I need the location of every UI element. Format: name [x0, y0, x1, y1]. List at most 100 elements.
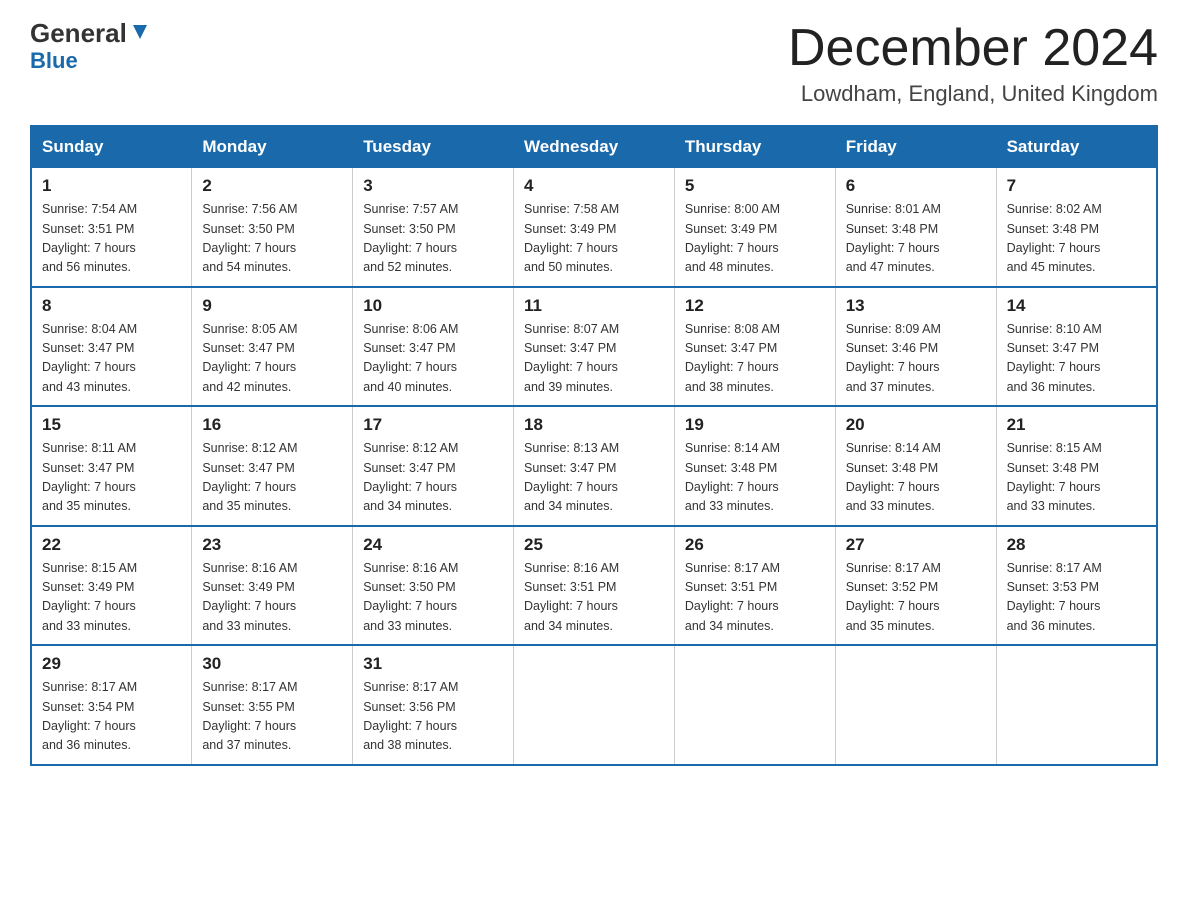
day-number: 2: [202, 176, 342, 196]
day-info: Sunrise: 8:12 AMSunset: 3:47 PMDaylight:…: [363, 439, 503, 517]
day-number: 29: [42, 654, 181, 674]
day-info: Sunrise: 8:15 AMSunset: 3:48 PMDaylight:…: [1007, 439, 1146, 517]
day-number: 23: [202, 535, 342, 555]
calendar-title: December 2024: [788, 20, 1158, 77]
day-number: 4: [524, 176, 664, 196]
calendar-cell: 1 Sunrise: 7:54 AMSunset: 3:51 PMDaylight…: [31, 168, 192, 287]
day-info: Sunrise: 7:54 AMSunset: 3:51 PMDaylight:…: [42, 200, 181, 278]
calendar-cell: [996, 645, 1157, 765]
calendar-cell: 18 Sunrise: 8:13 AMSunset: 3:47 PMDayligh…: [514, 406, 675, 526]
day-info: Sunrise: 8:00 AMSunset: 3:49 PMDaylight:…: [685, 200, 825, 278]
calendar-cell: 14 Sunrise: 8:10 AMSunset: 3:47 PMDayligh…: [996, 287, 1157, 407]
day-number: 6: [846, 176, 986, 196]
day-number: 7: [1007, 176, 1146, 196]
day-number: 14: [1007, 296, 1146, 316]
calendar-cell: 8 Sunrise: 8:04 AMSunset: 3:47 PMDaylight…: [31, 287, 192, 407]
calendar-title-area: December 2024 Lowdham, England, United K…: [788, 20, 1158, 107]
day-number: 16: [202, 415, 342, 435]
week-row-4: 22Sunrise: 8:15 AMSunset: 3:49 PMDayligh…: [31, 526, 1157, 646]
logo-text-blue: Blue: [30, 48, 78, 74]
day-number: 9: [202, 296, 342, 316]
calendar-cell: 25 Sunrise: 8:16 AMSunset: 3:51 PMDayligh…: [514, 526, 675, 646]
day-info: Sunrise: 8:05 AMSunset: 3:47 PMDaylight:…: [202, 320, 342, 398]
calendar-cell: 19 Sunrise: 8:14 AMSunset: 3:48 PMDayligh…: [674, 406, 835, 526]
day-info: Sunrise: 8:16 AMSunset: 3:50 PMDaylight:…: [363, 559, 503, 637]
calendar-cell: 26 Sunrise: 8:17 AMSunset: 3:51 PMDayligh…: [674, 526, 835, 646]
day-info: Sunrise: 8:04 AMSunset: 3:47 PMDaylight:…: [42, 320, 181, 398]
calendar-cell: 12 Sunrise: 8:08 AMSunset: 3:47 PMDayligh…: [674, 287, 835, 407]
day-number: 3: [363, 176, 503, 196]
weekday-header-wednesday: Wednesday: [514, 126, 675, 168]
calendar-cell: [674, 645, 835, 765]
day-info: Sunrise: 7:58 AMSunset: 3:49 PMDaylight:…: [524, 200, 664, 278]
logo: General Blue: [30, 20, 151, 74]
day-info: Sunrise: 8:14 AMSunset: 3:48 PMDaylight:…: [685, 439, 825, 517]
calendar-cell: 5 Sunrise: 8:00 AMSunset: 3:49 PMDaylight…: [674, 168, 835, 287]
day-number: 11: [524, 296, 664, 316]
day-info: Sunrise: 8:08 AMSunset: 3:47 PMDaylight:…: [685, 320, 825, 398]
day-info: Sunrise: 8:13 AMSunset: 3:47 PMDaylight:…: [524, 439, 664, 517]
day-info: Sunrise: 8:06 AMSunset: 3:47 PMDaylight:…: [363, 320, 503, 398]
day-info: Sunrise: 7:56 AMSunset: 3:50 PMDaylight:…: [202, 200, 342, 278]
calendar-cell: 15 Sunrise: 8:11 AMSunset: 3:47 PMDayligh…: [31, 406, 192, 526]
day-number: 12: [685, 296, 825, 316]
day-number: 27: [846, 535, 986, 555]
day-number: 18: [524, 415, 664, 435]
day-number: 21: [1007, 415, 1146, 435]
day-info: Sunrise: 8:14 AMSunset: 3:48 PMDaylight:…: [846, 439, 986, 517]
calendar-cell: 7Sunrise: 8:02 AMSunset: 3:48 PMDaylight…: [996, 168, 1157, 287]
week-row-5: 29 Sunrise: 8:17 AMSunset: 3:54 PMDayligh…: [31, 645, 1157, 765]
day-info: Sunrise: 8:16 AMSunset: 3:49 PMDaylight:…: [202, 559, 342, 637]
day-number: 5: [685, 176, 825, 196]
day-info: Sunrise: 8:17 AMSunset: 3:53 PMDaylight:…: [1007, 559, 1146, 637]
day-info: Sunrise: 8:12 AMSunset: 3:47 PMDaylight:…: [202, 439, 342, 517]
page-header: General Blue December 2024 Lowdham, Engl…: [30, 20, 1158, 107]
calendar-cell: 16 Sunrise: 8:12 AMSunset: 3:47 PMDayligh…: [192, 406, 353, 526]
day-info: Sunrise: 8:11 AMSunset: 3:47 PMDaylight:…: [42, 439, 181, 517]
weekday-header-monday: Monday: [192, 126, 353, 168]
weekday-header-friday: Friday: [835, 126, 996, 168]
calendar-table: SundayMondayTuesdayWednesdayThursdayFrid…: [30, 125, 1158, 766]
calendar-cell: 6Sunrise: 8:01 AMSunset: 3:48 PMDaylight…: [835, 168, 996, 287]
weekday-header-row: SundayMondayTuesdayWednesdayThursdayFrid…: [31, 126, 1157, 168]
calendar-cell: 4 Sunrise: 7:58 AMSunset: 3:49 PMDaylight…: [514, 168, 675, 287]
day-number: 20: [846, 415, 986, 435]
calendar-cell: 2 Sunrise: 7:56 AMSunset: 3:50 PMDaylight…: [192, 168, 353, 287]
day-info: Sunrise: 8:10 AMSunset: 3:47 PMDaylight:…: [1007, 320, 1146, 398]
day-number: 10: [363, 296, 503, 316]
day-info: Sunrise: 8:07 AMSunset: 3:47 PMDaylight:…: [524, 320, 664, 398]
day-number: 15: [42, 415, 181, 435]
calendar-cell: 9 Sunrise: 8:05 AMSunset: 3:47 PMDaylight…: [192, 287, 353, 407]
day-number: 24: [363, 535, 503, 555]
weekday-header-thursday: Thursday: [674, 126, 835, 168]
calendar-cell: 17Sunrise: 8:12 AMSunset: 3:47 PMDayligh…: [353, 406, 514, 526]
calendar-cell: 30 Sunrise: 8:17 AMSunset: 3:55 PMDayligh…: [192, 645, 353, 765]
calendar-header: SundayMondayTuesdayWednesdayThursdayFrid…: [31, 126, 1157, 168]
day-info: Sunrise: 8:16 AMSunset: 3:51 PMDaylight:…: [524, 559, 664, 637]
day-number: 8: [42, 296, 181, 316]
day-info: Sunrise: 8:17 AMSunset: 3:56 PMDaylight:…: [363, 678, 503, 756]
day-number: 26: [685, 535, 825, 555]
weekday-header-tuesday: Tuesday: [353, 126, 514, 168]
day-info: Sunrise: 7:57 AMSunset: 3:50 PMDaylight:…: [363, 200, 503, 278]
day-number: 1: [42, 176, 181, 196]
logo-text-general: General: [30, 20, 127, 46]
day-info: Sunrise: 8:17 AMSunset: 3:55 PMDaylight:…: [202, 678, 342, 756]
weekday-header-sunday: Sunday: [31, 126, 192, 168]
calendar-cell: 23 Sunrise: 8:16 AMSunset: 3:49 PMDayligh…: [192, 526, 353, 646]
day-number: 22: [42, 535, 181, 555]
week-row-3: 15 Sunrise: 8:11 AMSunset: 3:47 PMDayligh…: [31, 406, 1157, 526]
day-info: Sunrise: 8:17 AMSunset: 3:51 PMDaylight:…: [685, 559, 825, 637]
calendar-cell: 28Sunrise: 8:17 AMSunset: 3:53 PMDayligh…: [996, 526, 1157, 646]
calendar-cell: 22Sunrise: 8:15 AMSunset: 3:49 PMDayligh…: [31, 526, 192, 646]
calendar-cell: 21 Sunrise: 8:15 AMSunset: 3:48 PMDayligh…: [996, 406, 1157, 526]
day-number: 19: [685, 415, 825, 435]
day-number: 25: [524, 535, 664, 555]
day-info: Sunrise: 8:17 AMSunset: 3:54 PMDaylight:…: [42, 678, 181, 756]
calendar-body: 1 Sunrise: 7:54 AMSunset: 3:51 PMDaylight…: [31, 168, 1157, 765]
calendar-cell: [514, 645, 675, 765]
calendar-cell: 29 Sunrise: 8:17 AMSunset: 3:54 PMDayligh…: [31, 645, 192, 765]
day-number: 30: [202, 654, 342, 674]
day-info: Sunrise: 8:09 AMSunset: 3:46 PMDaylight:…: [846, 320, 986, 398]
calendar-subtitle: Lowdham, England, United Kingdom: [788, 81, 1158, 107]
